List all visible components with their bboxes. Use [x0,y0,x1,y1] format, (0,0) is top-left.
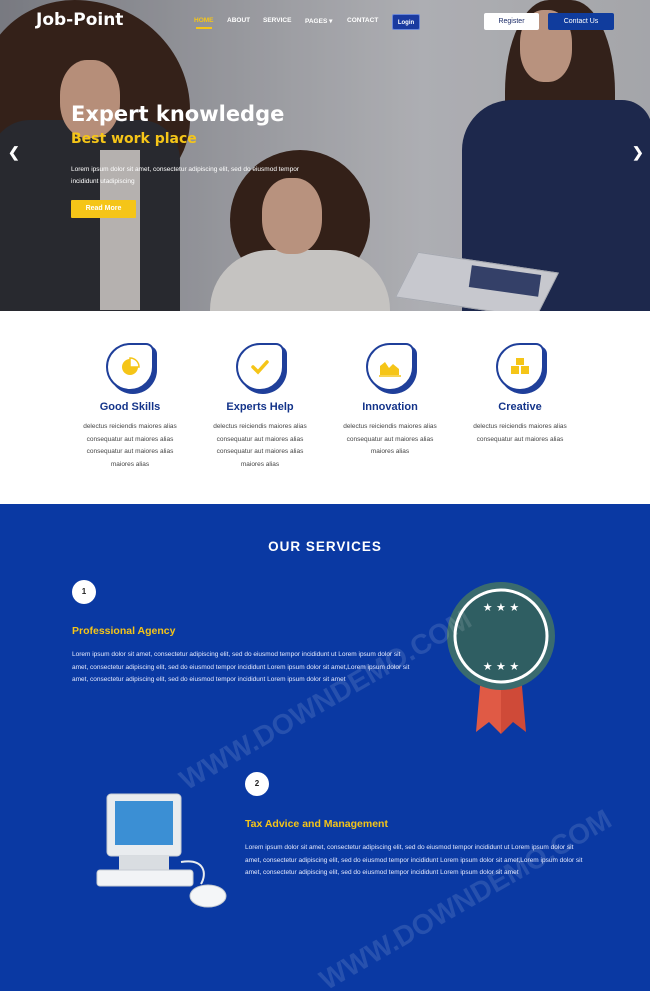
chevron-left-icon[interactable]: ❮ [8,144,20,161]
feature-text: delectus reiciendis maiores alias conseq… [343,423,437,456]
service-text: Lorem ipsum dolor sit amet, consectetur … [72,651,410,684]
watermark: WWW.DOWNDEMO.COM [314,803,617,991]
services-section: OUR SERVICES 1 Professional Agency Lorem… [0,504,650,991]
checkmark-icon [236,343,284,391]
nav-about[interactable]: ABOUT [227,17,250,24]
contact-us-button[interactable]: Contact Us [548,13,614,30]
feature-title: Creative [498,401,542,413]
feature-innovation: Innovation delectus reiciendis maiores a… [335,343,445,459]
nav-service[interactable]: SERVICE [263,17,291,24]
computer-icon [95,792,235,912]
pie-chart-icon [106,343,154,391]
feature-creative: Creative delectus reiciendis maiores ali… [465,343,575,446]
hero-subtitle: Best work place [71,131,197,147]
nav-home[interactable]: HOME [194,17,214,29]
service-text: Lorem ipsum dolor sit amet, consectetur … [245,844,583,877]
svg-text:★ ★ ★: ★ ★ ★ [483,601,520,614]
hero-overlay [0,0,650,311]
feature-good-skills: Good Skills delectus reiciendis maiores … [75,343,185,472]
svg-text:★ ★ ★: ★ ★ ★ [483,660,520,673]
nav-pages[interactable]: PAGES ▾ [305,17,332,25]
features-section: Good Skills delectus reiciendis maiores … [0,311,650,504]
service-number-badge: 2 [245,772,269,796]
feature-text: delectus reiciendis maiores alias conseq… [473,423,567,443]
login-button[interactable]: Login [392,14,420,30]
services-title: OUR SERVICES [268,539,382,554]
chevron-right-icon[interactable]: ❯ [632,144,644,161]
read-more-button[interactable]: Read More [71,200,136,218]
hero-title: Expert knowledge [71,102,285,126]
feature-title: Innovation [362,401,418,413]
feature-text: delectus reiciendis maiores alias conseq… [83,423,177,469]
hero-banner: Job-Point HOME ABOUT SERVICE PAGES ▾ CON… [0,0,650,311]
feature-title: Good Skills [99,401,161,413]
award-badge-icon: ★ ★ ★ ★ ★ ★ [444,580,558,740]
nav-contact[interactable]: CONTACT [347,17,378,24]
service-title: Professional Agency [72,625,176,637]
feature-text: delectus reiciendis maiores alias conseq… [213,423,307,469]
site-logo[interactable]: Job-Point [36,10,123,30]
feature-experts-help: Experts Help delectus reiciendis maiores… [205,343,315,472]
service-title: Tax Advice and Management [245,818,388,830]
feature-title: Experts Help [226,401,294,413]
service-number-badge: 1 [72,580,96,604]
area-chart-icon [366,343,414,391]
register-button[interactable]: Register [484,13,539,30]
hero-text: Lorem ipsum dolor sit amet, consectetur … [71,166,299,185]
boxes-icon [496,343,544,391]
watermark: WWW.DOWNDEMO.COM [174,603,477,796]
